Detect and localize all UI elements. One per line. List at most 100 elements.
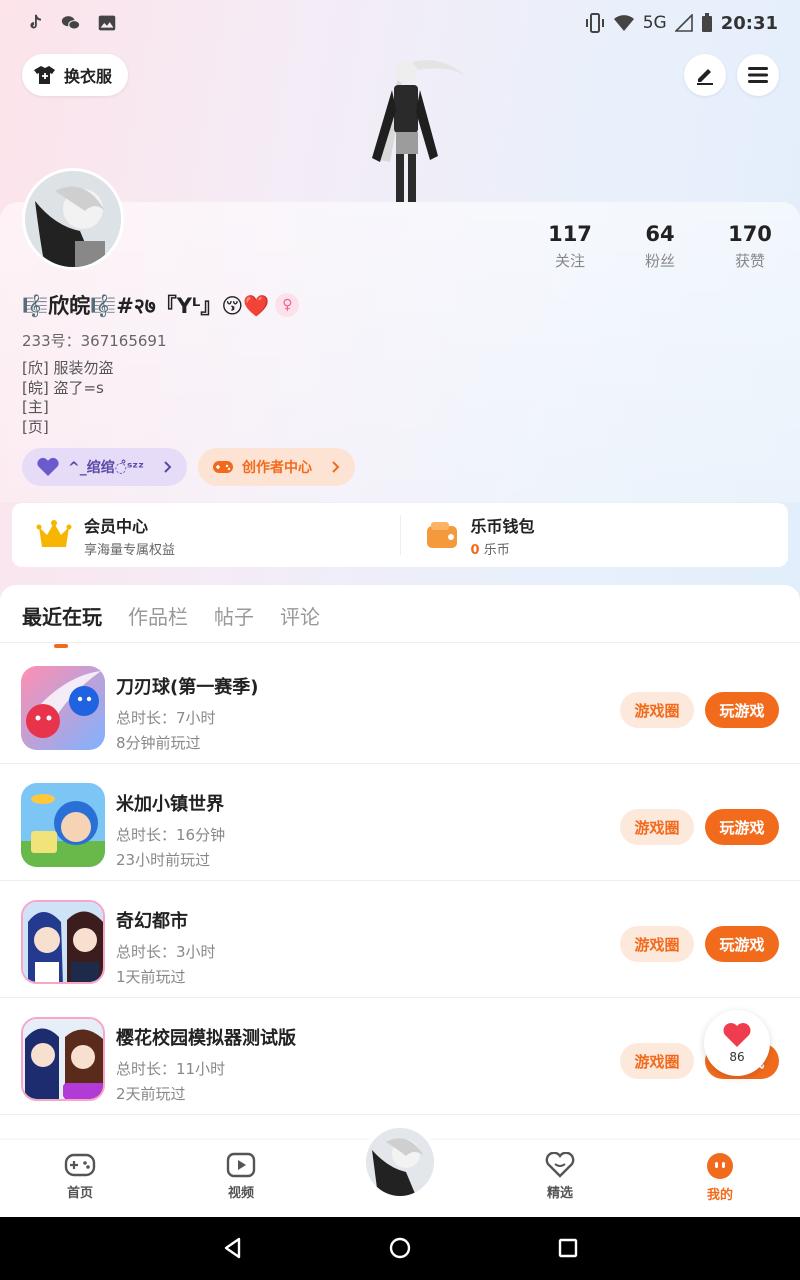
tab-comments[interactable]: 评论 <box>280 601 320 630</box>
purple-heart-icon <box>37 457 59 476</box>
followers-stat[interactable]: 64 粉丝 <box>615 222 705 271</box>
like-count: 86 <box>729 1050 745 1064</box>
gamepad-icon <box>213 461 233 473</box>
gallery-icon <box>98 15 116 31</box>
game-name: 奇幻都市 <box>116 911 188 932</box>
divider <box>0 642 800 643</box>
profile-face-icon <box>707 1153 733 1179</box>
creator-center-label: 创作者中心 <box>242 460 312 476</box>
following-label: 关注 <box>554 252 585 270</box>
gamepad-icon <box>64 1153 96 1177</box>
member-center-title: 会员中心 <box>84 516 149 536</box>
followers-label: 粉丝 <box>644 252 675 270</box>
wallet-icon <box>426 522 457 548</box>
heart-icon <box>723 1023 751 1047</box>
game-icon-image <box>21 666 105 750</box>
battery-icon <box>701 13 712 32</box>
bio-line: [皖] 盗了=s <box>22 378 104 397</box>
member-center-entry[interactable]: 会员中心 享海量专属权益 <box>12 503 400 567</box>
nav-featured-label: 精选 <box>546 1186 573 1201</box>
username-text: 🎼欣皖🎼#२७『Yᴸ』😚❤️ <box>22 294 270 318</box>
recents-icon[interactable] <box>558 1237 578 1259</box>
following-stat[interactable]: 117 关注 <box>525 222 615 271</box>
tab-bar: 最近在玩 作品栏 帖子 评论 <box>22 601 320 648</box>
shirt-icon <box>34 66 55 84</box>
vip-card: 会员中心 享海量专属权益 乐币钱包 0 乐币 <box>12 503 788 567</box>
clock: 20:31 <box>720 12 778 34</box>
play-game-button[interactable]: 玩游戏 <box>705 692 779 728</box>
chevron-right-icon <box>332 461 340 473</box>
nav-center-avatar[interactable] <box>362 1124 438 1200</box>
game-circle-button[interactable]: 游戏圈 <box>620 809 694 845</box>
nav-video[interactable]: 视频 <box>201 1152 281 1201</box>
status-bar: 5G 20:31 <box>0 0 800 46</box>
bio-line: [欣] 服装勿盗 <box>22 359 114 377</box>
tab-posts[interactable]: 帖子 <box>214 601 254 630</box>
game-duration: 总时长：16分钟 <box>116 826 226 844</box>
avatar[interactable] <box>22 168 124 270</box>
game-row[interactable]: 米加小镇世界 总时长：16分钟 23小时前玩过 游戏圈 玩游戏 <box>0 764 800 881</box>
wallet-entry[interactable]: 乐币钱包 0 乐币 <box>401 503 789 567</box>
game-name: 米加小镇世界 <box>116 794 224 815</box>
video-icon <box>226 1152 256 1178</box>
game-last-played: 8分钟前玩过 <box>116 734 201 752</box>
game-row[interactable]: 奇幻都市 总时长：3小时 1天前玩过 游戏圈 玩游戏 <box>0 881 800 998</box>
avatar-image <box>366 1128 434 1196</box>
bio-line: [页] <box>22 417 49 436</box>
game-icon <box>21 1017 105 1101</box>
game-row[interactable]: 刀刃球(第一赛季) 总时长：7小时 8分钟前玩过 游戏圈 玩游戏 <box>0 647 800 764</box>
likes-stat[interactable]: 170 获赞 <box>705 222 795 271</box>
nav-mine-label: 我的 <box>706 1188 733 1203</box>
game-icon <box>21 900 105 984</box>
edit-profile-button[interactable] <box>684 54 726 96</box>
content-panel: 最近在玩 作品栏 帖子 评论 刀刃球(第一赛季) 总时长：7小时 8分钟前玩过 … <box>0 585 800 1145</box>
fans-group-chip[interactable]: ^_绾绾◌̊ˢᶻᶻ <box>22 448 187 486</box>
menu-button[interactable] <box>737 54 779 96</box>
game-name: 刀刃球(第一赛季) <box>116 677 259 698</box>
home-icon[interactable] <box>389 1237 411 1259</box>
game-last-played: 23小时前玩过 <box>116 851 211 869</box>
user-id: 233号：367165691 <box>22 332 167 350</box>
wifi-icon <box>613 15 634 31</box>
member-center-subtitle: 享海量专属权益 <box>84 542 176 558</box>
pencil-icon <box>697 69 713 85</box>
creator-center-chip[interactable]: 创作者中心 <box>198 448 355 486</box>
fans-group-label: ^_绾绾◌̊ˢᶻᶻ <box>68 460 144 476</box>
game-circle-button[interactable]: 游戏圈 <box>620 1043 694 1079</box>
vibrate-icon <box>585 13 604 33</box>
game-duration: 总时长：11小时 <box>116 1060 226 1078</box>
tab-recently-played[interactable]: 最近在玩 <box>22 601 102 648</box>
bio: [欣] 服装勿盗 [皖] 盗了=s [主] [页] <box>22 359 113 437</box>
likes-count: 170 <box>728 222 772 246</box>
system-nav-bar <box>0 1217 800 1280</box>
avatar-character-model <box>372 60 465 202</box>
game-last-played: 1天前玩过 <box>116 968 186 986</box>
game-icon <box>21 783 105 867</box>
game-duration: 总时长：3小时 <box>116 943 216 961</box>
wallet-title: 乐币钱包 <box>470 516 535 536</box>
nav-mine[interactable]: 我的 <box>680 1152 760 1203</box>
followers-count: 64 <box>645 222 675 246</box>
game-circle-button[interactable]: 游戏圈 <box>620 692 694 728</box>
back-icon[interactable] <box>222 1237 244 1259</box>
game-last-played: 2天前玩过 <box>116 1085 186 1103</box>
game-circle-button[interactable]: 游戏圈 <box>620 926 694 962</box>
tab-works[interactable]: 作品栏 <box>128 601 188 630</box>
play-game-button[interactable]: 玩游戏 <box>705 809 779 845</box>
change-outfit-button[interactable]: 换衣服 <box>22 54 129 96</box>
likes-label: 获赞 <box>734 252 765 270</box>
avatar-image <box>25 171 121 267</box>
crown-icon <box>36 520 72 547</box>
game-row[interactable]: 樱花校园模拟器测试版 总时长：11小时 2天前玩过 游戏圈 玩游戏 <box>0 998 800 1115</box>
female-gender-icon: ♀ <box>275 293 300 317</box>
nav-featured[interactable]: 精选 <box>520 1152 600 1201</box>
nav-home[interactable]: 首页 <box>40 1152 120 1201</box>
play-game-button[interactable]: 玩游戏 <box>705 926 779 962</box>
following-count: 117 <box>548 222 592 246</box>
game-duration: 总时长：7小时 <box>116 709 216 727</box>
floating-like-button[interactable]: 86 <box>704 1010 770 1076</box>
nav-video-label: 视频 <box>227 1186 254 1201</box>
tiktok-icon <box>30 14 41 29</box>
heart-chat-icon <box>545 1152 575 1178</box>
game-icon-image <box>23 902 103 982</box>
